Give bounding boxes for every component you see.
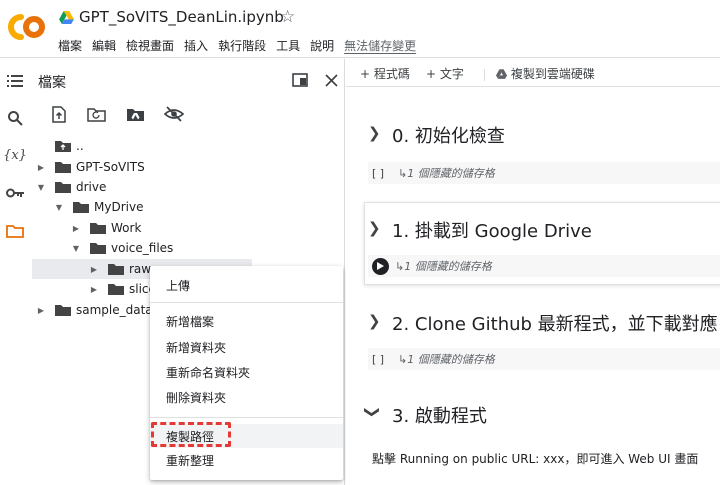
hidden-cells-label: ↳1 個隱藏的儲存格	[398, 167, 495, 180]
menu-divider	[150, 417, 343, 418]
header: GPT_SoVITS_DeanLin.ipynb ☆ 檔案 編輯 檢視畫面 插入…	[0, 0, 720, 58]
section-heading[interactable]: 2. Clone Github 最新程式，並下載對應	[392, 310, 718, 336]
add-text-label: 文字	[439, 67, 464, 81]
copy-to-drive-button[interactable]: 複製到雲端硬碟	[496, 65, 595, 82]
folder-icon	[73, 202, 89, 213]
cell-bracket: [ ]	[372, 166, 385, 180]
search-icon[interactable]	[5, 108, 25, 128]
left-rail: {x}	[0, 59, 30, 485]
section-heading[interactable]: 0. 初始化檢查	[392, 122, 505, 148]
section-description: 點擊 Running on public URL: xxx，即可進入 Web U…	[372, 452, 699, 466]
folder-up-icon	[55, 141, 71, 152]
folder-icon	[55, 162, 71, 173]
tree-item-up[interactable]: ..	[30, 136, 344, 156]
folder-icon	[55, 182, 71, 193]
colab-logo[interactable]	[8, 12, 46, 42]
drive-icon[interactable]	[59, 11, 74, 24]
context-menu: 上傳 新增檔案 新增資料夾 重新命名資料夾 刪除資料夾 複製路徑 重新整理	[150, 266, 343, 480]
hidden-cells-label: ↳1 個隱藏的儲存格	[395, 260, 492, 273]
section-heading[interactable]: 1. 掛載到 Google Drive	[392, 217, 592, 243]
tree-item-work[interactable]: ▶ Work	[30, 218, 344, 238]
drive-icon	[496, 69, 507, 79]
menu-tools[interactable]: 工具	[276, 37, 300, 54]
tree-item-voice-files[interactable]: ▼ voice_files	[30, 238, 344, 258]
menu-runtime[interactable]: 執行階段	[218, 37, 266, 54]
run-cell-button[interactable]	[372, 257, 389, 275]
notebook-toolbar: + 程式碼 + 文字 複製到雲端硬碟	[346, 59, 720, 87]
hide-files-icon[interactable]	[163, 103, 185, 125]
unsaved-changes-link[interactable]: 無法儲存變更	[344, 37, 416, 54]
tree-item-label: voice_files	[111, 241, 174, 255]
chevron-right-icon[interactable]: ❯	[368, 219, 381, 237]
menu-item-new-folder[interactable]: 新增資料夾	[150, 335, 343, 359]
tree-item-drive[interactable]: ▼ drive	[30, 177, 344, 197]
mount-drive-icon[interactable]	[124, 103, 146, 125]
key-icon[interactable]	[5, 183, 25, 203]
menu-file[interactable]: 檔案	[58, 37, 82, 54]
folder-icon	[108, 264, 124, 275]
notebook-title[interactable]: GPT_SoVITS_DeanLin.ipynb	[79, 8, 284, 26]
chevron-right-icon[interactable]: ▶	[71, 224, 81, 233]
add-text-button[interactable]: + 文字	[426, 65, 464, 82]
hidden-cells-row[interactable]: ↳1 個隱藏的儲存格	[368, 255, 720, 277]
tree-item-label: MyDrive	[94, 200, 144, 214]
add-code-button[interactable]: + 程式碼	[360, 65, 410, 82]
copy-to-drive-label: 複製到雲端硬碟	[510, 67, 595, 81]
tree-item-label: drive	[76, 180, 107, 194]
menu-item-rename-folder[interactable]: 重新命名資料夾	[150, 360, 343, 384]
tree-item-label: GPT-SoVITS	[76, 160, 145, 174]
close-icon[interactable]	[321, 70, 341, 90]
refresh-folder-icon[interactable]	[85, 103, 107, 125]
upload-icon[interactable]	[48, 103, 70, 125]
tree-item-label: raw	[129, 262, 152, 276]
menu-item-new-file[interactable]: 新增檔案	[150, 309, 343, 333]
tree-item-label: ..	[76, 139, 84, 153]
chevron-down-icon[interactable]: ▼	[54, 203, 64, 212]
menu-item-refresh[interactable]: 重新整理	[150, 448, 343, 472]
play-icon	[377, 262, 384, 270]
chevron-right-icon[interactable]: ▶	[89, 285, 99, 294]
notebook-area: + 程式碼 + 文字 複製到雲端硬碟 ❯ 0. 初始化檢查 [ ] ↳1 個隱藏…	[346, 59, 720, 485]
chevron-down-icon[interactable]: ❯	[363, 406, 381, 419]
copy-path-highlight	[151, 422, 231, 447]
star-icon[interactable]: ☆	[280, 7, 295, 27]
chevron-right-icon[interactable]: ▶	[36, 306, 46, 315]
tree-item-mydrive[interactable]: ▼ MyDrive	[30, 197, 344, 217]
menu-edit[interactable]: 編輯	[92, 37, 116, 54]
chevron-right-icon[interactable]: ❯	[368, 124, 381, 142]
tree-item-gpt-sovits[interactable]: ▶ GPT-SoVITS	[30, 157, 344, 177]
folder-icon	[108, 284, 124, 295]
menu-divider	[150, 302, 343, 303]
panel-title: 檔案	[38, 75, 66, 91]
hidden-cells-row[interactable]: [ ] ↳1 個隱藏的儲存格	[368, 348, 720, 370]
folder-icon	[90, 243, 106, 254]
files-icon[interactable]	[5, 221, 25, 241]
menu-bar: 檔案 編輯 檢視畫面 插入 執行階段 工具 說明 無法儲存變更	[58, 37, 426, 54]
cell-bracket: [ ]	[372, 352, 385, 366]
menu-help[interactable]: 說明	[310, 37, 334, 54]
folder-icon	[90, 223, 106, 234]
open-in-tab-icon[interactable]	[290, 70, 310, 90]
chevron-right-icon[interactable]: ▶	[36, 163, 46, 172]
chevron-down-icon[interactable]: ▼	[36, 183, 46, 192]
variables-icon[interactable]: {x}	[3, 145, 27, 165]
hidden-cells-row[interactable]: [ ] ↳1 個隱藏的儲存格	[368, 162, 720, 184]
chevron-right-icon[interactable]: ▶	[89, 265, 99, 274]
menu-item-upload[interactable]: 上傳	[150, 273, 343, 297]
menu-insert[interactable]: 插入	[184, 37, 208, 54]
toolbar-divider	[484, 69, 485, 81]
tree-item-label: sample_data	[76, 303, 153, 317]
tree-item-label: Work	[111, 221, 142, 235]
menu-item-delete-folder[interactable]: 刪除資料夾	[150, 385, 343, 409]
section-heading[interactable]: 3. 啟動程式	[392, 402, 487, 428]
toc-icon[interactable]	[5, 71, 25, 91]
folder-icon	[55, 305, 71, 316]
hidden-cells-label: ↳1 個隱藏的儲存格	[398, 353, 495, 366]
chevron-down-icon[interactable]: ▼	[71, 244, 81, 253]
add-code-label: 程式碼	[373, 67, 410, 81]
menu-view[interactable]: 檢視畫面	[126, 37, 174, 54]
chevron-right-icon[interactable]: ❯	[368, 312, 381, 330]
